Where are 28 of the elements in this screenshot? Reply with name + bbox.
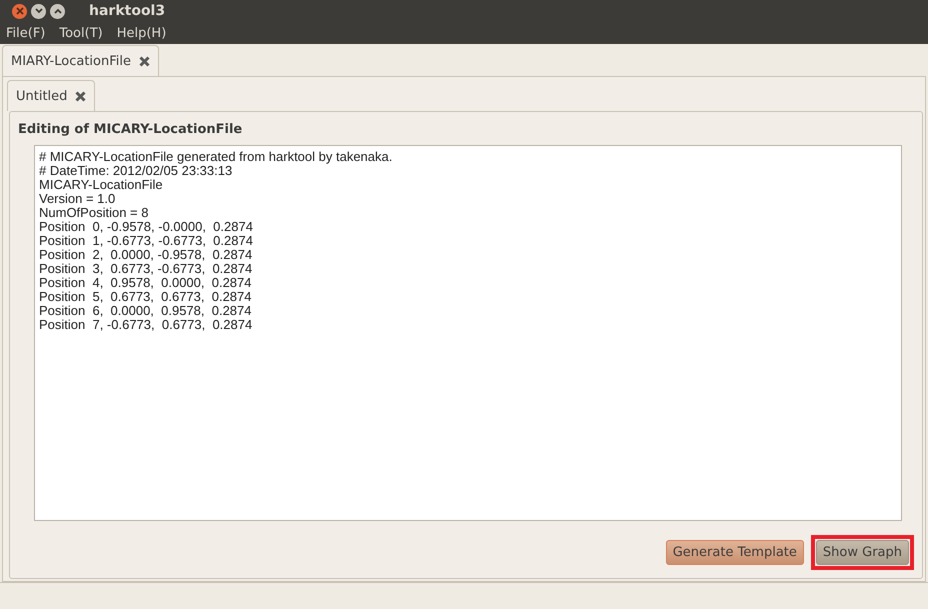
text-line: Position 3, 0.6773, -0.6773, 0.2874	[39, 262, 254, 276]
text-line: Position 1, -0.6773, -0.6773, 0.2874	[39, 234, 254, 248]
text-line: Version = 1.0	[39, 192, 116, 206]
text-line: Position 2, 0.0000, -0.9578, 0.2874	[39, 248, 254, 262]
text-line: Position 0, -0.9578, -0.0000, 0.2874	[39, 220, 254, 234]
close-icon[interactable]	[12, 4, 27, 18]
editor-heading: Editing of MICARY-LocationFile	[18, 122, 244, 137]
text-line: Position 7, -0.6773, 0.6773, 0.2874	[39, 318, 254, 332]
text-line: MICARY-LocationFile	[39, 178, 164, 192]
action-button[interactable]: Show Graph	[816, 540, 909, 565]
text-line: NumOfPosition = 8	[39, 206, 150, 220]
menu-item[interactable]: Help(H)	[116, 26, 166, 40]
close-tab-icon[interactable]	[75, 90, 86, 102]
text-line: Position 5, 0.6773, 0.6773, 0.2874	[39, 290, 252, 304]
text-line: # MICARY-LocationFile generated from harktool by takenaka.	[39, 150, 394, 164]
maximize-icon[interactable]	[50, 4, 65, 18]
menu-item[interactable]: File(F)	[6, 26, 46, 40]
action-button[interactable]: Generate Template	[666, 540, 804, 565]
text-area[interactable]	[34, 145, 902, 521]
text-line: Position 6, 0.0000, 0.9578, 0.2874	[39, 304, 252, 318]
document-tab[interactable]: MIARY-LocationFile	[2, 45, 159, 76]
window-title: harktool3	[89, 3, 166, 19]
text-line: # DateTime: 2012/02/05 23:33:13	[39, 164, 232, 178]
menu-item[interactable]: Tool(T)	[59, 26, 103, 40]
close-tab-icon[interactable]	[138, 56, 150, 66]
minimize-icon[interactable]	[31, 4, 46, 18]
text-line: Position 4, 0.9578, 0.0000, 0.2874	[39, 276, 252, 290]
document-tab[interactable]: Untitled	[7, 80, 96, 111]
